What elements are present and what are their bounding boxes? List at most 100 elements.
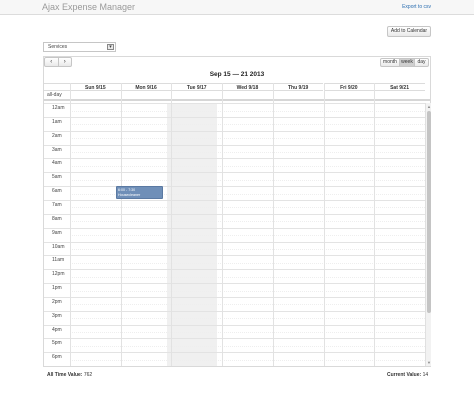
all-time-value: All Time Value: 762 (47, 372, 92, 378)
time-slot-row[interactable]: 1pm (44, 283, 425, 297)
time-slot-row[interactable]: 4am (44, 158, 425, 172)
day-header: Tue 9/17 (171, 83, 223, 91)
column-divider (171, 83, 173, 366)
scroll-up-icon[interactable]: ▲ (427, 104, 431, 109)
all-day-label: all-day (47, 92, 62, 98)
time-slot-row[interactable]: 4pm (44, 324, 425, 339)
half-hour-line (70, 276, 425, 278)
hour-label: 6pm (52, 354, 62, 361)
time-slot-row[interactable]: 2am (44, 130, 425, 145)
day-header: Sun 9/15 (70, 83, 121, 91)
half-hour-line (70, 318, 425, 320)
hour-label: 5pm (52, 340, 62, 347)
half-hour-line (70, 179, 425, 181)
time-slot-row[interactable]: 3pm (44, 310, 425, 325)
half-hour-line (70, 152, 425, 154)
day-header: Mon 9/16 (120, 83, 172, 91)
time-slot-row[interactable]: 12am (44, 103, 425, 117)
hour-label: 4pm (52, 326, 62, 333)
day-view-button[interactable]: day (415, 59, 428, 66)
week-view-button[interactable]: week (399, 59, 415, 66)
app-title: Ajax Expense Manager (42, 2, 136, 12)
time-slot-row[interactable]: 5pm (44, 338, 425, 352)
day-header: Thu 9/19 (272, 83, 324, 91)
hour-label: 9am (52, 229, 62, 236)
time-slot-row[interactable]: 5am (44, 172, 425, 186)
scroll-down-icon[interactable]: ▼ (427, 360, 431, 365)
half-hour-line (70, 221, 425, 223)
day-header: Sat 9/21 (374, 83, 425, 91)
event-title: Housecleaner (118, 192, 141, 197)
half-hour-line (70, 124, 425, 126)
hour-label: 6am (52, 188, 62, 195)
half-hour-line (70, 138, 425, 140)
next-week-button[interactable]: › (57, 58, 72, 66)
hour-label: 10am (52, 243, 65, 250)
time-slot-row[interactable]: 7am (44, 199, 425, 214)
hour-label: 3am (52, 146, 62, 153)
all-time-label: All Time Value: (47, 372, 83, 378)
time-gutter-header (44, 83, 70, 91)
hour-label: 3pm (52, 312, 62, 319)
hour-label: 5am (52, 174, 62, 181)
current-value: Current Value: 14 (387, 372, 428, 378)
scroll-thumb[interactable] (427, 111, 431, 313)
half-hour-line (70, 249, 425, 250)
time-slot-row[interactable]: 6am (44, 186, 425, 200)
current-value-amount: 14 (422, 372, 429, 378)
half-hour-line (70, 304, 425, 306)
column-divider (222, 83, 224, 366)
half-hour-line (70, 332, 425, 334)
time-slot-row[interactable]: 11am (44, 255, 425, 269)
column-divider (323, 83, 325, 366)
export-csv-link[interactable]: Export to csv (402, 4, 431, 10)
day-header: Fri 9/20 (323, 83, 375, 91)
category-select[interactable]: Services ▾ (43, 42, 116, 52)
calendar-event[interactable]: 6:00 - 7:30 Housecleaner (116, 186, 163, 199)
time-slot-row[interactable]: 3am (44, 144, 425, 159)
time-slot-row[interactable]: 2pm (44, 296, 425, 311)
all-time-amount: 762 (83, 372, 93, 378)
column-divider (70, 83, 71, 366)
time-grid[interactable]: 12am 1am 2am 3am 4am 5am 6am 7am 8am 9am 10am 11am 1… (44, 103, 425, 366)
half-hour-line (70, 359, 425, 361)
half-hour-line (70, 235, 425, 237)
hour-label: 12am (52, 105, 65, 111)
time-slot-row[interactable]: 9am (44, 227, 425, 242)
half-hour-line (70, 262, 425, 264)
all-day-row[interactable]: all-day (44, 91, 430, 101)
hour-label: 1pm (52, 285, 62, 292)
calendar-nav: ‹ › (44, 57, 72, 67)
time-slot-row[interactable]: 1am (44, 116, 425, 131)
hour-label: 12pm (52, 271, 65, 278)
half-hour-line (70, 110, 425, 112)
calendar-scrollbar[interactable]: ▲ ▼ (425, 103, 431, 366)
half-hour-line (70, 165, 425, 167)
time-slot-row[interactable]: 6pm (44, 352, 425, 366)
hour-label: 2am (52, 132, 62, 139)
hour-label: 2pm (52, 298, 62, 305)
half-hour-line (70, 345, 425, 347)
half-hour-line (70, 290, 425, 292)
hour-label: 4am (52, 160, 62, 167)
prev-week-button[interactable]: ‹ (45, 58, 58, 66)
current-value-label: Current Value: (387, 372, 422, 378)
column-divider (120, 83, 122, 366)
calendar-title: Sep 15 — 21 2013 (209, 71, 265, 78)
time-slot-row[interactable]: 12pm (44, 269, 425, 283)
time-slot-row[interactable]: 10am (44, 241, 425, 256)
column-divider (374, 83, 376, 366)
month-view-button[interactable]: month (381, 59, 399, 66)
view-switcher: month week day (380, 58, 429, 67)
add-to-calendar-button[interactable]: Add to Calendar (387, 26, 431, 37)
half-hour-line (70, 207, 425, 209)
hour-label: 8am (52, 215, 62, 222)
top-bar: Ajax Expense Manager Export to csv (0, 0, 474, 15)
time-slot-row[interactable]: 8am (44, 213, 425, 228)
hour-label: 7am (52, 201, 62, 208)
hour-label: 11am (52, 257, 65, 264)
chevron-down-icon[interactable]: ▾ (107, 44, 114, 50)
category-select-value: Services (48, 44, 68, 50)
hour-label: 1am (52, 118, 62, 125)
column-divider (272, 83, 274, 366)
